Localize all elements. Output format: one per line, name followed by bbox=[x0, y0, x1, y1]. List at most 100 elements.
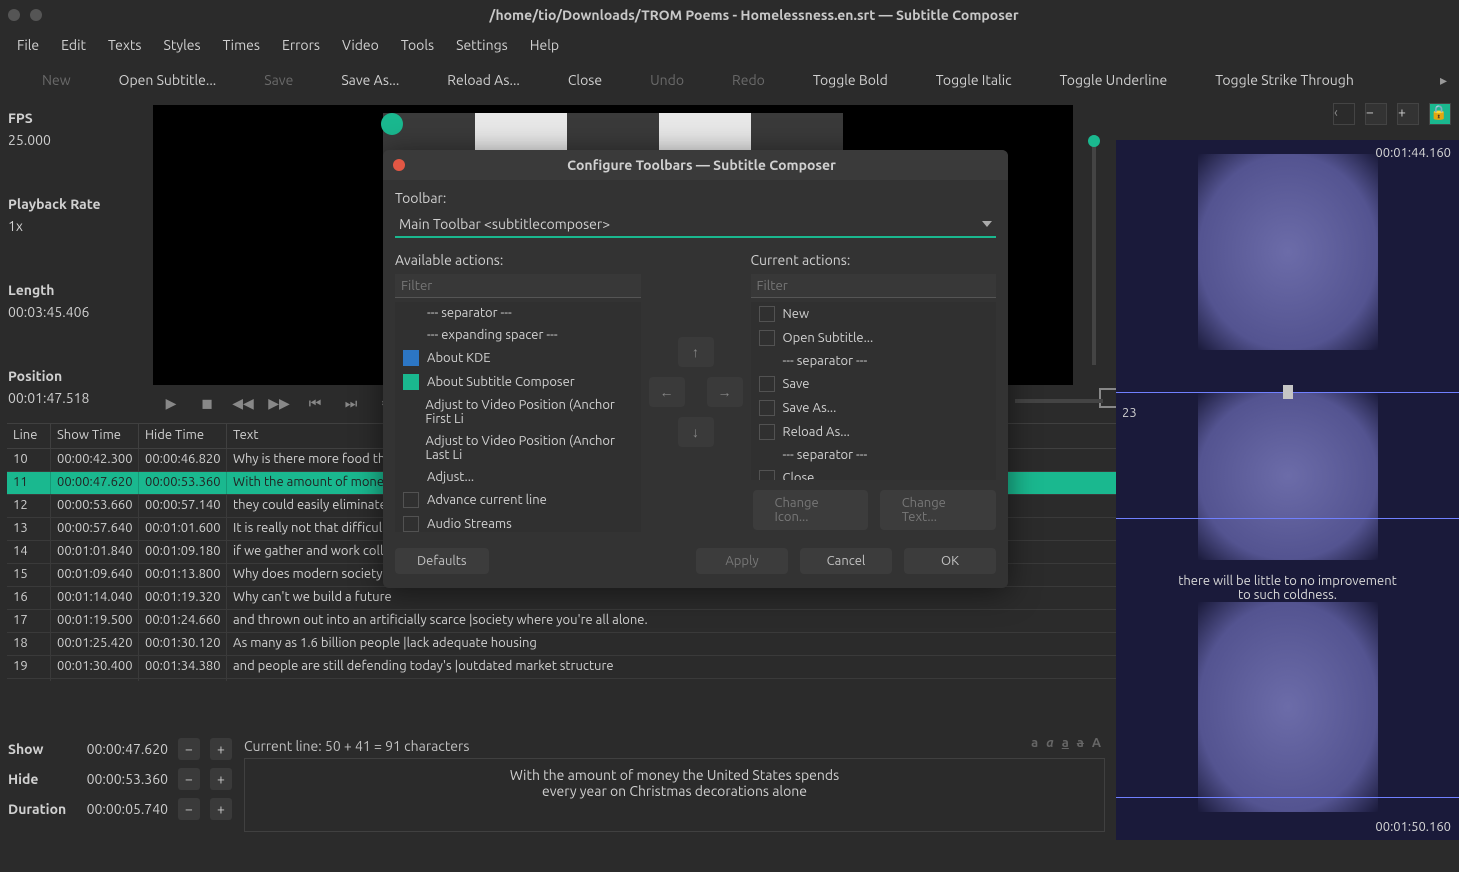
menu-texts[interactable]: Texts bbox=[97, 33, 153, 57]
toggle-italic-button[interactable]: Toggle Italic bbox=[900, 66, 1024, 94]
window-close-icon[interactable] bbox=[8, 9, 20, 21]
move-right-button[interactable]: → bbox=[707, 377, 743, 407]
list-item[interactable]: --- separator --- bbox=[751, 444, 997, 466]
strike-icon[interactable]: a bbox=[1077, 736, 1084, 750]
hide-inc-button[interactable]: + bbox=[210, 768, 232, 790]
open-subtitle--button[interactable]: Open Subtitle... bbox=[83, 66, 229, 94]
configure-toolbars-dialog: Configure Toolbars — Subtitle Composer T… bbox=[383, 150, 1008, 588]
color-icon[interactable]: A bbox=[1092, 736, 1101, 750]
subtitle-text-editor[interactable]: With the amount of money the United Stat… bbox=[244, 758, 1105, 832]
apply-button[interactable]: Apply bbox=[696, 548, 788, 574]
ok-button[interactable]: OK bbox=[904, 548, 996, 574]
hide-value[interactable]: 00:00:53.360 bbox=[78, 771, 168, 787]
col-line[interactable]: Line bbox=[7, 424, 51, 448]
list-item[interactable]: Open Subtitle... bbox=[751, 326, 997, 350]
dur-dec-button[interactable]: − bbox=[178, 798, 200, 820]
available-filter-input[interactable] bbox=[395, 274, 641, 298]
redo-button[interactable]: Redo bbox=[696, 66, 777, 94]
current-line-info: Current line: 50 + 41 = 91 characters bbox=[244, 738, 1105, 754]
menu-help[interactable]: Help bbox=[519, 33, 570, 57]
move-down-button[interactable]: ↓ bbox=[678, 417, 714, 447]
show-inc-button[interactable]: + bbox=[210, 738, 232, 760]
wf-minus-icon[interactable]: − bbox=[1365, 103, 1387, 125]
menu-video[interactable]: Video bbox=[331, 33, 390, 57]
list-item[interactable]: Save As... bbox=[751, 396, 997, 420]
hide-dec-button[interactable]: − bbox=[178, 768, 200, 790]
change-icon-button[interactable]: Change Icon... bbox=[753, 490, 868, 530]
menu-edit[interactable]: Edit bbox=[50, 33, 97, 57]
toggle-strike-through-button[interactable]: Toggle Strike Through bbox=[1179, 66, 1366, 94]
toolbar-select[interactable]: Main Toolbar <subtitlecomposer> bbox=[395, 212, 996, 238]
skip-back-icon[interactable]: ⏮ bbox=[305, 393, 325, 413]
italic-icon[interactable]: a bbox=[1046, 736, 1054, 750]
list-item[interactable]: Adjust to Video Position (Anchor Last Li bbox=[395, 430, 641, 466]
menu-tools[interactable]: Tools bbox=[390, 33, 445, 57]
undo-button[interactable]: Undo bbox=[614, 66, 696, 94]
waveform-canvas[interactable]: 00:01:44.160 00:01:50.160 23 there will … bbox=[1116, 140, 1459, 840]
col-show[interactable]: Show Time bbox=[51, 424, 139, 448]
list-item[interactable]: Reload As... bbox=[751, 420, 997, 444]
main-toolbar: NewOpen Subtitle...SaveSave As...Reload … bbox=[0, 60, 1459, 100]
save-button[interactable]: Save bbox=[228, 66, 305, 94]
available-list[interactable]: --- separator ------ expanding spacer --… bbox=[395, 302, 641, 532]
window-min-icon[interactable] bbox=[30, 9, 42, 21]
show-value[interactable]: 00:00:47.620 bbox=[78, 741, 168, 757]
list-item[interactable]: Advance current line bbox=[395, 488, 641, 512]
wf-nav-back-icon[interactable]: ‹ bbox=[1333, 103, 1355, 125]
reload-icon bbox=[423, 72, 439, 88]
list-item[interactable]: Adjust to Video Position (Anchor First L… bbox=[395, 394, 641, 430]
play-icon[interactable]: ▶ bbox=[161, 393, 181, 413]
list-item[interactable]: New bbox=[751, 302, 997, 326]
rewind-icon[interactable]: ◀◀ bbox=[233, 393, 253, 413]
dur-inc-button[interactable]: + bbox=[210, 798, 232, 820]
volume-slider[interactable] bbox=[1015, 388, 1103, 414]
dialog-close-icon[interactable] bbox=[393, 159, 405, 171]
current-filter-input[interactable] bbox=[751, 274, 997, 298]
col-hide[interactable]: Hide Time bbox=[139, 424, 227, 448]
forward-icon[interactable]: ▶▶ bbox=[269, 393, 289, 413]
list-item[interactable]: --- separator --- bbox=[395, 302, 641, 324]
wf-lock-icon[interactable]: 🔒 bbox=[1429, 103, 1451, 125]
close-button[interactable]: Close bbox=[532, 66, 614, 94]
new-button[interactable]: New bbox=[6, 66, 83, 94]
wf-plus-icon[interactable]: + bbox=[1397, 103, 1419, 125]
stop-icon[interactable]: ◼ bbox=[197, 393, 217, 413]
bold-icon[interactable]: a bbox=[1031, 736, 1038, 750]
underline-icon[interactable]: a bbox=[1062, 736, 1069, 750]
list-item[interactable]: Audio Streams bbox=[395, 512, 641, 532]
table-row[interactable]: 1900:01:30.40000:01:34.380and people are… bbox=[7, 656, 1120, 679]
duration-value[interactable]: 00:00:05.740 bbox=[78, 801, 168, 817]
table-row[interactable]: 2000:01:34.44000:01:36.840which is depre… bbox=[7, 679, 1120, 681]
menu-times[interactable]: Times bbox=[212, 33, 271, 57]
menu-settings[interactable]: Settings bbox=[445, 33, 519, 57]
list-item[interactable]: --- expanding spacer --- bbox=[395, 324, 641, 346]
wf-handle-icon[interactable] bbox=[1283, 385, 1293, 399]
list-item[interactable]: Save bbox=[751, 372, 997, 396]
move-left-button[interactable]: ← bbox=[649, 377, 685, 407]
list-item[interactable]: Adjust... bbox=[395, 466, 641, 488]
skip-fwd-icon[interactable]: ⏭ bbox=[341, 393, 361, 413]
current-label: Current actions: bbox=[751, 252, 997, 268]
save-as--button[interactable]: Save As... bbox=[305, 66, 411, 94]
reload-as--button[interactable]: Reload As... bbox=[411, 66, 532, 94]
toggle-underline-button[interactable]: Toggle Underline bbox=[1024, 66, 1180, 94]
move-up-button[interactable]: ↑ bbox=[678, 337, 714, 367]
list-item[interactable]: About Subtitle Composer bbox=[395, 370, 641, 394]
show-dec-button[interactable]: − bbox=[178, 738, 200, 760]
defaults-button[interactable]: Defaults bbox=[395, 548, 489, 574]
waveform-panel: ‹ − + 🔒 00:01:44.160 00:01:50.160 23 the… bbox=[1116, 100, 1459, 840]
current-list[interactable]: NewOpen Subtitle...--- separator ---Save… bbox=[751, 302, 997, 480]
cancel-button[interactable]: Cancel bbox=[800, 548, 892, 574]
toolbar-overflow-icon[interactable]: ▸ bbox=[1434, 66, 1453, 95]
list-item[interactable]: About KDE bbox=[395, 346, 641, 370]
menu-styles[interactable]: Styles bbox=[153, 33, 212, 57]
table-row[interactable]: 1600:01:14.04000:01:19.320Why can't we b… bbox=[7, 587, 1120, 610]
change-text-button[interactable]: Change Text... bbox=[880, 490, 996, 530]
list-item[interactable]: Close bbox=[751, 466, 997, 480]
menu-file[interactable]: File bbox=[6, 33, 50, 57]
list-item[interactable]: --- separator --- bbox=[751, 350, 997, 372]
table-row[interactable]: 1700:01:19.50000:01:24.660and thrown out… bbox=[7, 610, 1120, 633]
menu-errors[interactable]: Errors bbox=[271, 33, 331, 57]
table-row[interactable]: 1800:01:25.42000:01:30.120As many as 1.6… bbox=[7, 633, 1120, 656]
toggle-bold-button[interactable]: Toggle Bold bbox=[777, 66, 900, 94]
